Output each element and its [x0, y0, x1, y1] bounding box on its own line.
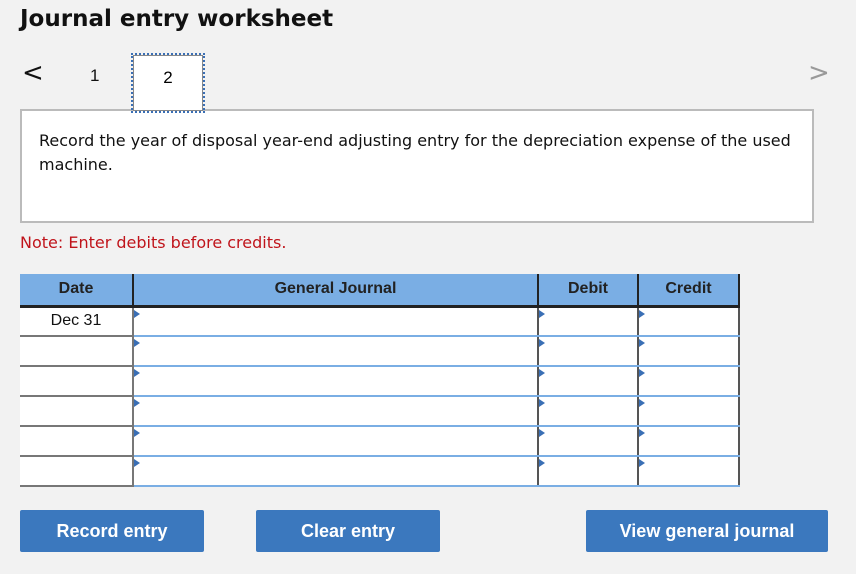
account-input[interactable]	[134, 307, 537, 335]
table-row	[20, 335, 740, 367]
debit-cell[interactable]	[537, 455, 639, 487]
header-general-journal: General Journal	[133, 274, 539, 308]
credit-cell[interactable]	[637, 305, 740, 337]
debit-input[interactable]	[539, 367, 637, 395]
account-input[interactable]	[134, 367, 537, 395]
account-cell[interactable]	[132, 425, 539, 457]
header-date: Date	[20, 274, 134, 308]
credit-input[interactable]	[639, 427, 738, 455]
chevron-left-icon[interactable]: <	[22, 58, 44, 88]
account-input[interactable]	[134, 457, 537, 485]
page-title: Journal entry worksheet	[20, 6, 334, 32]
note-text: Note: Enter debits before credits.	[20, 233, 287, 252]
debit-cell[interactable]	[537, 365, 639, 397]
date-cell	[20, 336, 134, 367]
debit-input[interactable]	[539, 457, 637, 485]
debit-input[interactable]	[539, 307, 637, 335]
table-row: Dec 31	[20, 305, 740, 337]
account-cell[interactable]	[132, 455, 539, 487]
credit-input[interactable]	[639, 367, 738, 395]
debit-cell[interactable]	[537, 395, 639, 427]
record-entry-button[interactable]: Record entry	[20, 510, 204, 552]
account-input[interactable]	[134, 397, 537, 425]
credit-input[interactable]	[639, 397, 738, 425]
date-cell: Dec 31	[20, 306, 134, 337]
credit-cell[interactable]	[637, 395, 740, 427]
credit-input[interactable]	[639, 307, 738, 335]
account-input[interactable]	[134, 337, 537, 365]
debit-input[interactable]	[539, 427, 637, 455]
debit-input[interactable]	[539, 397, 637, 425]
chevron-right-icon[interactable]: >	[808, 58, 830, 88]
debit-cell[interactable]	[537, 335, 639, 367]
account-cell[interactable]	[132, 395, 539, 427]
clear-entry-button[interactable]: Clear entry	[256, 510, 440, 552]
date-cell	[20, 456, 134, 487]
credit-cell[interactable]	[637, 365, 740, 397]
view-general-journal-button[interactable]: View general journal	[586, 510, 828, 552]
header-debit: Debit	[538, 274, 639, 308]
credit-cell[interactable]	[637, 455, 740, 487]
tab-2[interactable]: 2	[131, 53, 205, 113]
credit-input[interactable]	[639, 337, 738, 365]
table-row	[20, 365, 740, 397]
table-row	[20, 425, 740, 457]
date-cell	[20, 396, 134, 427]
date-cell	[20, 366, 134, 397]
header-credit: Credit	[638, 274, 740, 308]
table-row	[20, 455, 740, 487]
credit-input[interactable]	[639, 457, 738, 485]
account-cell[interactable]	[132, 365, 539, 397]
account-cell[interactable]	[132, 335, 539, 367]
table-row	[20, 395, 740, 427]
credit-cell[interactable]	[637, 425, 740, 457]
tab-1[interactable]: 1	[90, 66, 99, 86]
credit-cell[interactable]	[637, 335, 740, 367]
date-cell	[20, 426, 134, 457]
debit-cell[interactable]	[537, 305, 639, 337]
debit-cell[interactable]	[537, 425, 639, 457]
account-cell[interactable]	[132, 305, 539, 337]
instruction-text: Record the year of disposal year-end adj…	[20, 109, 814, 223]
account-input[interactable]	[134, 427, 537, 455]
debit-input[interactable]	[539, 337, 637, 365]
journal-table: Date General Journal Debit Credit Dec 31	[20, 274, 740, 487]
